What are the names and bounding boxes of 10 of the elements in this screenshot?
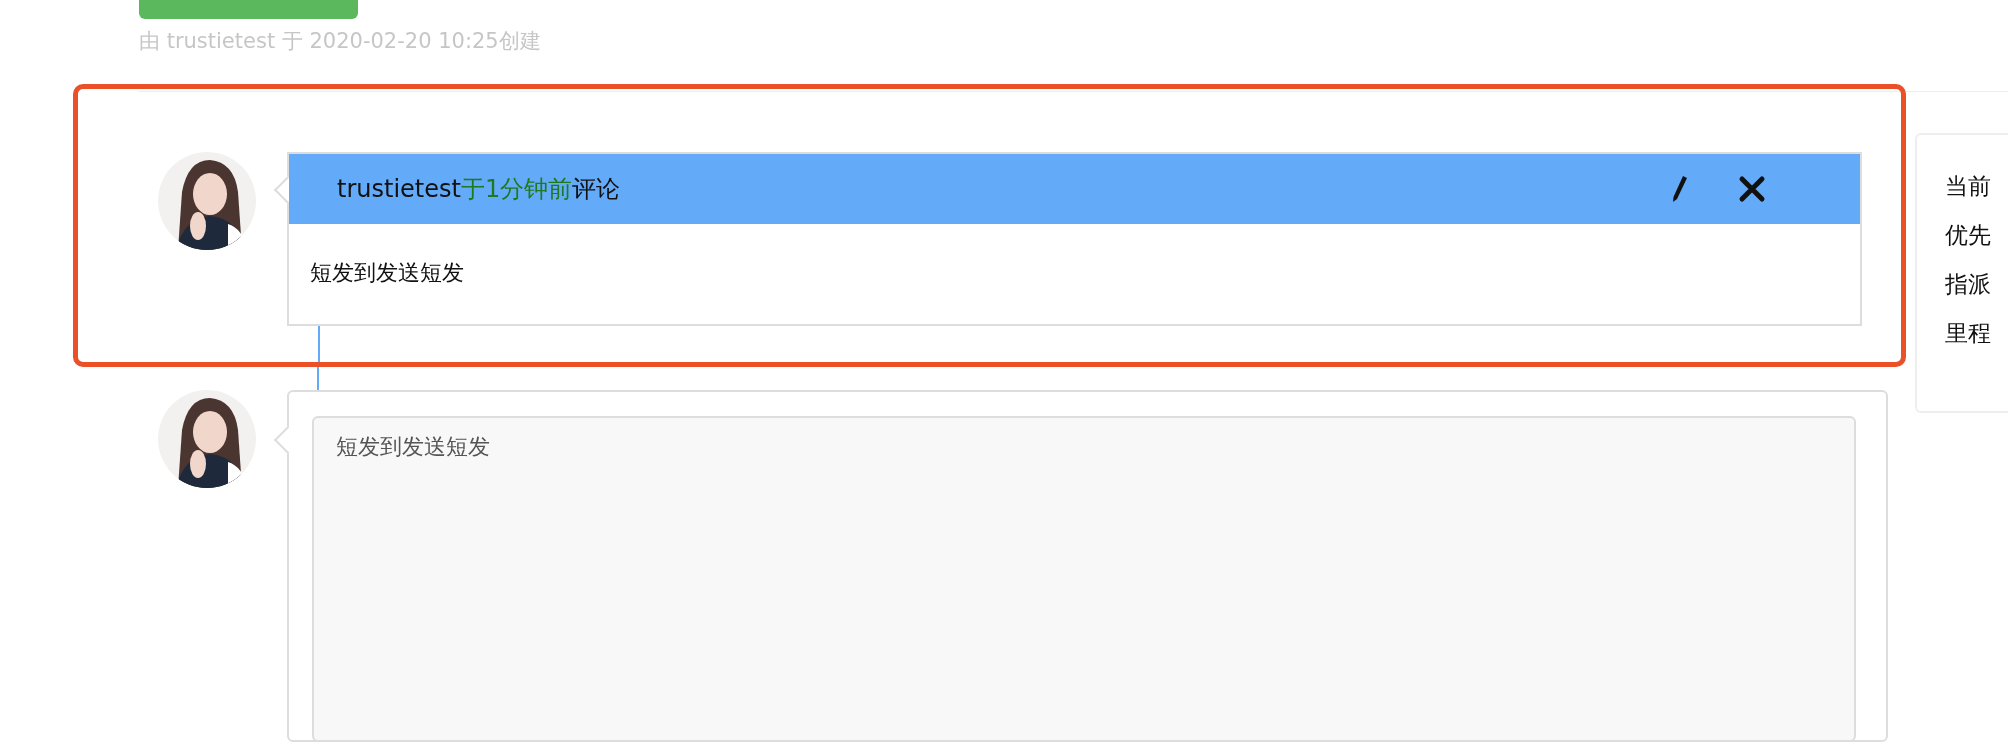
side-label: 指派 (1945, 270, 1992, 299)
created-info: 由 trustietest 于 2020-02-20 10:25创建 (139, 28, 542, 55)
comment-action: 评论 (572, 175, 621, 203)
comment-text: 短发到发送短发 (309, 259, 465, 287)
side-label: 当前 (1945, 172, 1992, 201)
comment-author: trustietest (337, 175, 461, 203)
side-label: 优先 (1945, 221, 1992, 250)
side-label: 里程 (1945, 319, 1992, 348)
comment-time: 于1分钟前 (460, 175, 573, 203)
reply-input[interactable]: 短发到发送短发 (312, 416, 1856, 742)
